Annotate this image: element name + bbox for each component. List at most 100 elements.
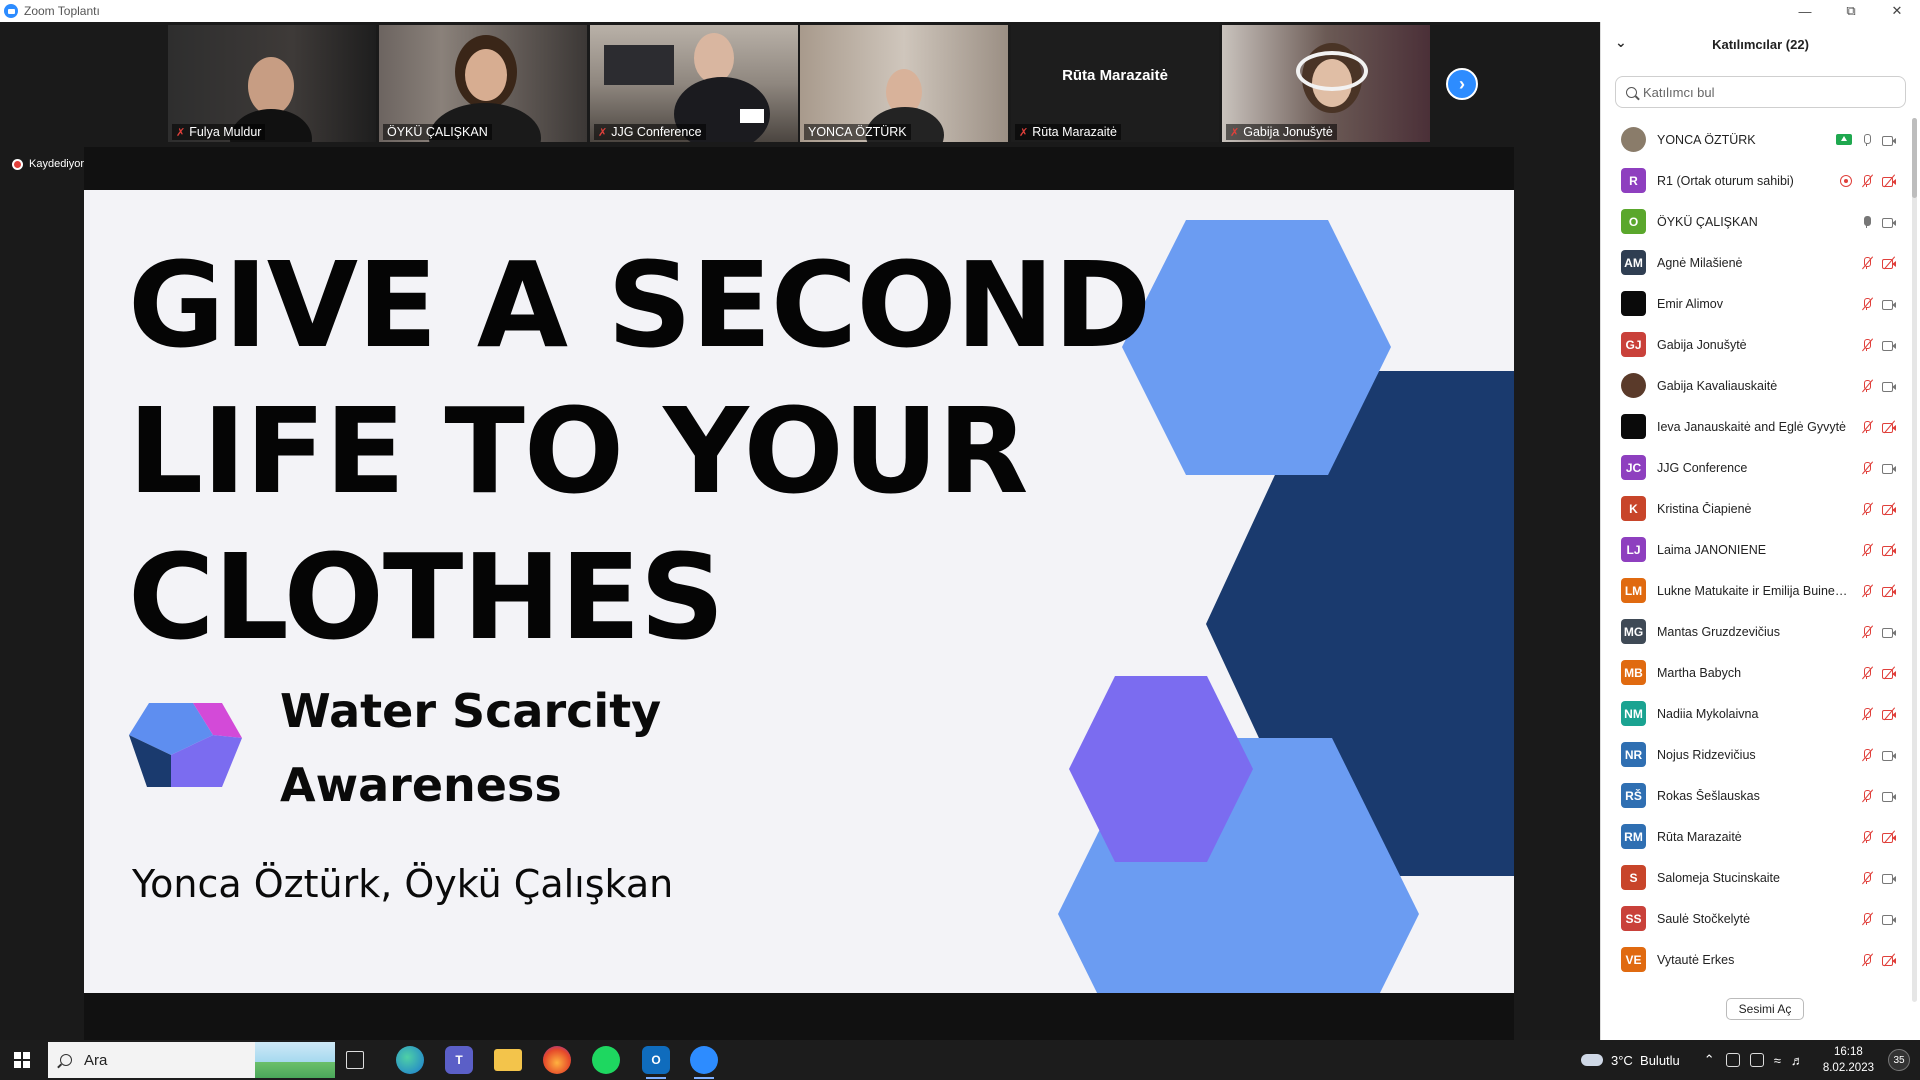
camera-icon bbox=[1882, 461, 1896, 475]
video-tile-6[interactable]: ✗ Gabija Jonušytė bbox=[1222, 25, 1430, 142]
participant-row[interactable]: S Salomeja Stucinskaite bbox=[1601, 857, 1906, 898]
mic-muted-icon bbox=[1860, 747, 1874, 762]
record-icon bbox=[12, 158, 23, 170]
chevron-up-icon[interactable]: ⌃ bbox=[1704, 1052, 1715, 1068]
participant-row[interactable]: YONCA ÖZTÜRK bbox=[1601, 119, 1906, 160]
camera-off-icon bbox=[1882, 255, 1896, 270]
video-tile-1[interactable]: ✗ Fulya Muldur bbox=[168, 25, 376, 142]
camera-icon bbox=[1882, 912, 1896, 926]
taskbar-search-box[interactable]: Ara bbox=[48, 1042, 335, 1078]
participant-row[interactable]: AM Agnė Milašienė bbox=[1601, 242, 1906, 283]
video-tile-2[interactable]: ÖYKÜ ÇALIŞKAN bbox=[379, 25, 587, 142]
display-icon[interactable] bbox=[1749, 1053, 1764, 1067]
participant-status-icons bbox=[1860, 215, 1896, 229]
windows-start-icon[interactable] bbox=[14, 1052, 30, 1068]
participant-status-icons bbox=[1860, 583, 1896, 598]
camera-icon bbox=[1882, 133, 1896, 147]
participant-list-scrollbar[interactable] bbox=[1912, 118, 1917, 1002]
participant-row[interactable]: Emir Alimov bbox=[1601, 283, 1906, 324]
avatar: NM bbox=[1621, 701, 1646, 726]
mic-muted-icon bbox=[1860, 706, 1874, 721]
restore-icon[interactable]: ⧉ bbox=[1828, 0, 1874, 22]
tile-name: ÖYKÜ ÇALIŞKAN bbox=[387, 125, 488, 139]
participant-row[interactable]: Ieva Janauskaitė and Eglė Gyvytė bbox=[1601, 406, 1906, 447]
participant-row[interactable]: Gabija Kavaliauskaitė bbox=[1601, 365, 1906, 406]
participant-row[interactable]: LM Lukne Matukaite ir Emilija Buinevičiūt… bbox=[1601, 570, 1906, 611]
avatar: MB bbox=[1621, 660, 1646, 685]
slide-subtitle: Water Scarcity Awareness bbox=[280, 674, 661, 822]
mic-muted-icon bbox=[1860, 665, 1874, 680]
mic-muted-icon bbox=[1860, 583, 1874, 598]
slide-title: GIVE A SECOND LIFE TO YOUR CLOTHES bbox=[128, 232, 1151, 670]
participants-panel: ⌄ Katılımcılar (22) Katılımcı bul YONCA … bbox=[1600, 22, 1920, 1040]
recording-indicator[interactable]: Kaydediyor bbox=[12, 158, 84, 170]
background-shelf bbox=[604, 45, 674, 85]
participant-row[interactable]: MB Martha Babych bbox=[1601, 652, 1906, 693]
participant-row[interactable]: MG Mantas Gruzdzevičius bbox=[1601, 611, 1906, 652]
notification-badge[interactable]: 35 bbox=[1888, 1049, 1910, 1071]
mic-muted-icon bbox=[1860, 911, 1874, 926]
participant-name: Emir Alimov bbox=[1657, 296, 1723, 311]
camera-icon bbox=[1882, 379, 1896, 393]
avatar bbox=[1621, 291, 1646, 316]
participant-row[interactable]: K Kristina Čiapienė bbox=[1601, 488, 1906, 529]
participant-row[interactable]: NM Nadiia Mykolaivna bbox=[1601, 693, 1906, 734]
meet-now-icon[interactable] bbox=[1725, 1053, 1740, 1067]
camera-icon bbox=[1882, 297, 1896, 311]
task-view-icon[interactable] bbox=[346, 1051, 364, 1069]
participant-face bbox=[248, 57, 294, 115]
recording-icon bbox=[1840, 174, 1852, 187]
slide-subtitle-line: Water Scarcity bbox=[280, 684, 662, 738]
camera-icon bbox=[1882, 748, 1896, 762]
chevron-down-icon[interactable]: ⌄ bbox=[1615, 34, 1627, 51]
tile-name: JJG Conference bbox=[611, 125, 702, 139]
taskbar-clock[interactable]: 16:18 8.02.2023 bbox=[1823, 1044, 1874, 1076]
next-page-button[interactable]: › bbox=[1446, 68, 1478, 100]
participant-list[interactable]: YONCA ÖZTÜRK R R1 (Ortak oturum sahibi) O ÖY… bbox=[1601, 114, 1906, 1014]
speaker-icon[interactable]: ♬ bbox=[1791, 1053, 1804, 1068]
video-tile-4[interactable]: YONCA ÖZTÜRK bbox=[800, 25, 1008, 142]
zoom-taskbar-icon[interactable] bbox=[690, 1046, 718, 1079]
participant-status-icons bbox=[1860, 870, 1896, 885]
mic-muted-icon bbox=[1860, 829, 1874, 844]
teams-icon[interactable]: T bbox=[445, 1046, 473, 1074]
participant-row[interactable]: VE Vytautė Erkes bbox=[1601, 939, 1906, 980]
mic-muted-icon bbox=[1860, 419, 1874, 434]
unmute-button[interactable]: Sesimi Aç bbox=[1726, 998, 1804, 1020]
minimize-icon[interactable]: — bbox=[1782, 0, 1828, 22]
weather-text[interactable]: 3°C Bulutlu bbox=[1611, 1053, 1680, 1068]
spotify-icon[interactable] bbox=[592, 1046, 620, 1074]
close-icon[interactable]: ✕ bbox=[1874, 0, 1920, 22]
panel-header: ⌄ Katılımcılar (22) bbox=[1601, 22, 1920, 66]
outlook-icon[interactable]: O bbox=[642, 1046, 670, 1079]
participant-row[interactable]: RŠ Rokas Šešlauskas bbox=[1601, 775, 1906, 816]
search-placeholder: Katılımcı bul bbox=[1643, 84, 1715, 100]
participant-row[interactable]: R R1 (Ortak oturum sahibi) bbox=[1601, 160, 1906, 201]
edge-icon[interactable] bbox=[396, 1046, 424, 1074]
participant-row[interactable]: GJ Gabija Jonušytė bbox=[1601, 324, 1906, 365]
wifi-icon[interactable]: ≈ bbox=[1774, 1053, 1781, 1068]
mic-muted-icon bbox=[1860, 542, 1874, 557]
video-tile-3[interactable]: ✗ JJG Conference bbox=[590, 25, 798, 142]
participant-row[interactable]: O ÖYKÜ ÇALIŞKAN bbox=[1601, 201, 1906, 242]
mic-muted-icon bbox=[1860, 255, 1874, 270]
chevron-right-icon: › bbox=[1459, 73, 1465, 94]
participant-name: Agnė Milašienė bbox=[1657, 255, 1743, 270]
participant-row[interactable]: SS Saulė Stočkelytė bbox=[1601, 898, 1906, 939]
participant-row[interactable]: NR Nojus Ridzevičius bbox=[1601, 734, 1906, 775]
camera-off-icon bbox=[1882, 583, 1896, 598]
participant-search-input[interactable]: Katılımcı bul bbox=[1615, 76, 1906, 108]
mic-off-icon: ✗ bbox=[176, 126, 186, 139]
firefox-icon[interactable] bbox=[543, 1046, 571, 1074]
participant-name: Gabija Kavaliauskaitė bbox=[1657, 378, 1778, 393]
avatar: NR bbox=[1621, 742, 1646, 767]
participant-row[interactable]: LJ Laima JANONIENE bbox=[1601, 529, 1906, 570]
avatar: GJ bbox=[1621, 332, 1646, 357]
avatar bbox=[1621, 373, 1646, 398]
participant-row[interactable]: RM Rūta Marazaitė bbox=[1601, 816, 1906, 857]
participant-name: Nadiia Mykolaivna bbox=[1657, 706, 1759, 721]
video-tile-5[interactable]: Rūta Marazaitė ✗ Rūta Marazaitė bbox=[1011, 25, 1219, 142]
file-explorer-icon[interactable] bbox=[494, 1049, 522, 1071]
participant-row[interactable]: JC JJG Conference bbox=[1601, 447, 1906, 488]
participant-name: Martha Babych bbox=[1657, 665, 1742, 680]
